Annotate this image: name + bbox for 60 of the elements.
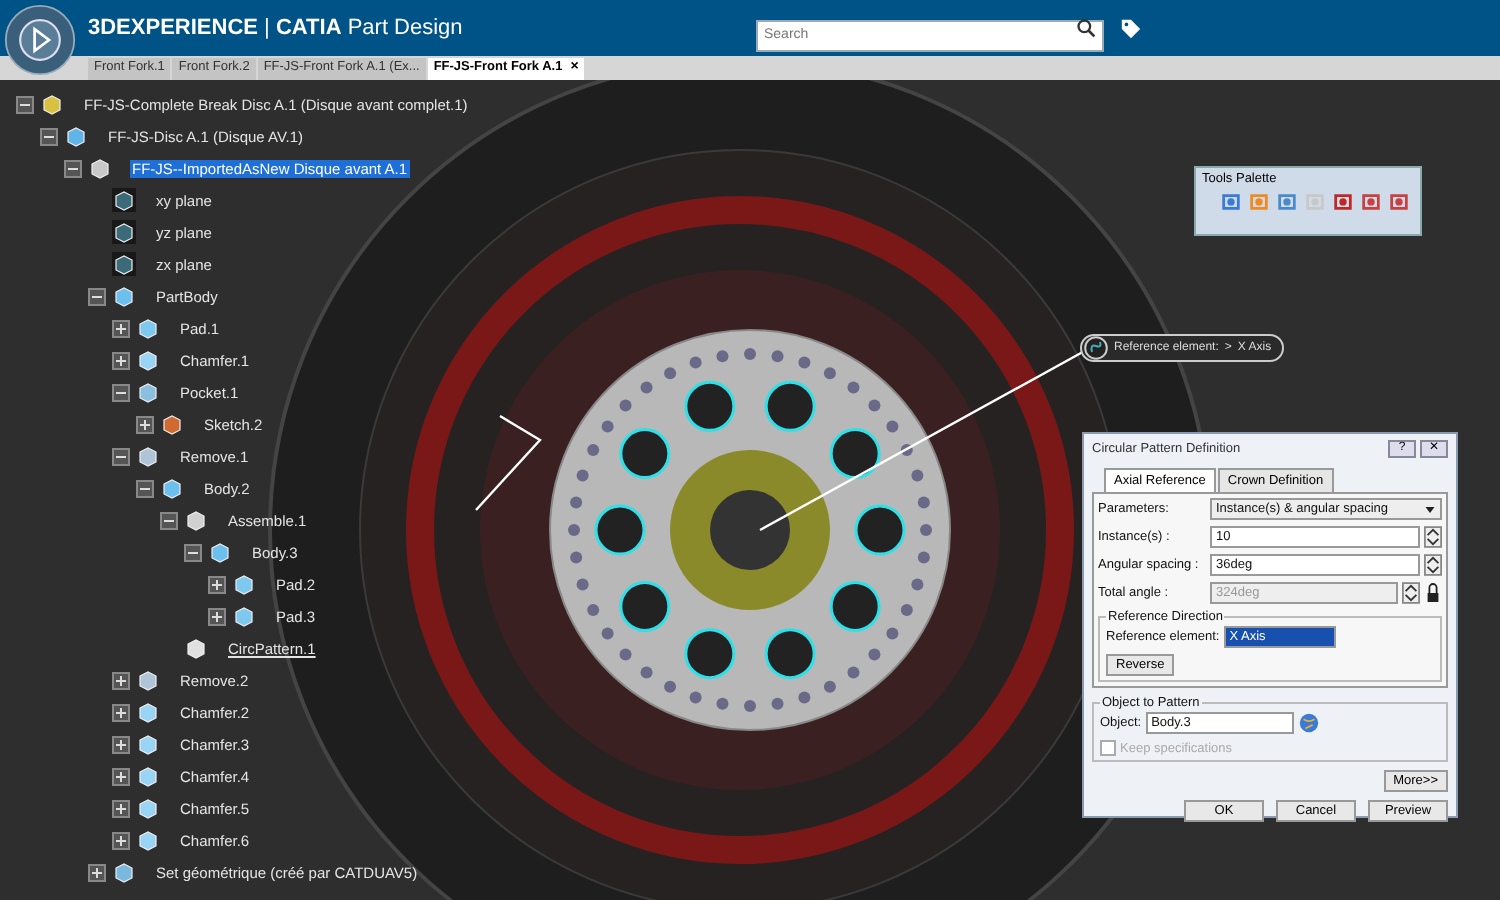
node-icon — [136, 796, 160, 820]
node-icon — [136, 444, 160, 468]
node-icon — [208, 540, 232, 564]
expander-icon[interactable] — [64, 159, 82, 177]
tool-icon[interactable] — [1276, 190, 1298, 212]
node-icon — [160, 476, 184, 500]
node-icon — [184, 508, 208, 532]
globe-icon[interactable] — [1297, 712, 1320, 734]
expander-icon[interactable] — [136, 415, 154, 433]
node-icon — [136, 668, 160, 692]
expander-icon[interactable] — [112, 831, 130, 849]
node-icon — [136, 732, 160, 756]
expander-icon[interactable] — [88, 287, 106, 305]
expander-icon[interactable] — [112, 703, 130, 721]
expander-icon[interactable] — [208, 575, 226, 593]
node-icon — [136, 700, 160, 724]
lock-icon[interactable] — [1424, 582, 1442, 604]
node-icon — [160, 412, 184, 436]
caret-icon — [1424, 503, 1436, 515]
tool-icon[interactable] — [1332, 190, 1354, 212]
expander-icon[interactable] — [112, 735, 130, 753]
expander-icon[interactable] — [112, 319, 130, 337]
node-icon — [136, 828, 160, 852]
node-icon — [112, 188, 136, 212]
node-icon — [112, 220, 136, 244]
node-icon — [112, 860, 136, 884]
node-icon — [232, 604, 256, 628]
expander-icon[interactable] — [40, 127, 58, 145]
node-icon — [88, 156, 112, 180]
expander-icon[interactable] — [184, 543, 202, 561]
node-icon — [136, 348, 160, 372]
node-icon — [64, 124, 88, 148]
expander-icon[interactable] — [112, 799, 130, 817]
expander-icon[interactable] — [160, 511, 178, 529]
expander-icon[interactable] — [112, 447, 130, 465]
expander-icon[interactable] — [88, 863, 106, 881]
spinner-icon[interactable] — [1402, 582, 1420, 604]
tag-icon[interactable] — [1120, 17, 1142, 39]
node-icon — [136, 316, 160, 340]
node-icon — [136, 380, 160, 404]
expander-icon[interactable] — [208, 607, 226, 625]
app-title: 3DEXPERIENCE | CATIA Part Design — [88, 16, 465, 40]
tool-icon[interactable] — [1360, 190, 1382, 212]
spinner-icon[interactable] — [1424, 526, 1442, 548]
expander-icon[interactable] — [112, 671, 130, 689]
node-icon — [232, 572, 256, 596]
node-icon — [112, 284, 136, 308]
node-icon — [112, 252, 136, 276]
tool-icon[interactable] — [1388, 190, 1410, 212]
node-icon — [184, 636, 208, 660]
expander-icon[interactable] — [136, 479, 154, 497]
expander-icon[interactable] — [112, 383, 130, 401]
spinner-icon[interactable] — [1424, 554, 1442, 576]
expander-icon[interactable] — [16, 95, 34, 113]
tool-icon[interactable] — [1220, 190, 1242, 212]
node-icon — [136, 764, 160, 788]
node-icon — [40, 92, 64, 116]
expander-icon[interactable] — [112, 351, 130, 369]
expander-icon[interactable] — [112, 767, 130, 785]
search-icon[interactable] — [1076, 18, 1096, 38]
